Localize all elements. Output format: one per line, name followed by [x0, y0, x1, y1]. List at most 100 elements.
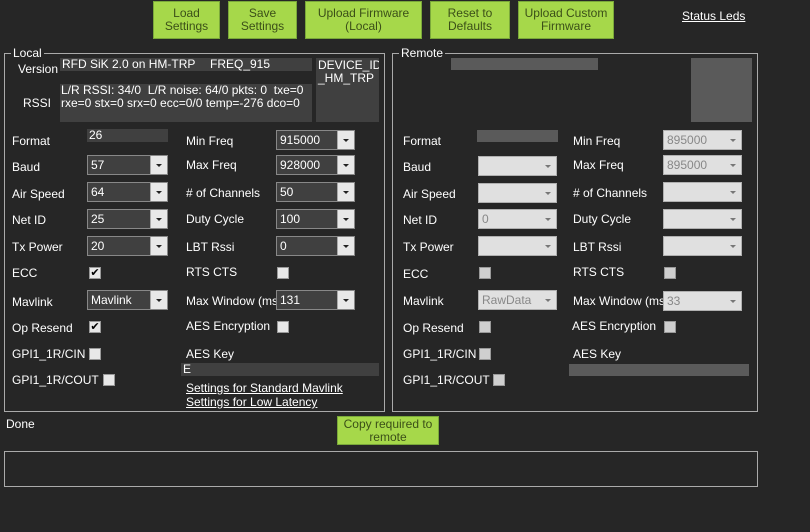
- format-field: 26: [87, 129, 168, 142]
- remote-ecc-checkbox[interactable]: [479, 267, 491, 279]
- aes-key-field[interactable]: E: [181, 363, 379, 376]
- format-label: Format: [12, 134, 51, 148]
- version-label: Version: [18, 62, 59, 76]
- remote-min-freq-select[interactable]: 895000: [663, 130, 742, 150]
- chevron-down-icon[interactable]: [150, 183, 167, 201]
- chevron-down-icon[interactable]: [150, 291, 167, 309]
- baud-value: 57: [91, 158, 105, 172]
- remote-aes-encryption-label: AES Encryption: [572, 319, 657, 333]
- chevron-down-icon[interactable]: [150, 156, 167, 174]
- remote-lbt-rssi-select[interactable]: [663, 236, 742, 256]
- chevron-down-icon[interactable]: [540, 237, 556, 255]
- min-freq-select[interactable]: 915000: [276, 130, 355, 150]
- upload-firmware-local-button[interactable]: Upload Firmware (Local): [305, 1, 422, 39]
- device-id-field: DEVICE_ID _HM_TRP: [316, 58, 379, 122]
- remote-tx-power-label: Tx Power: [403, 240, 454, 254]
- chevron-down-icon[interactable]: [337, 210, 354, 228]
- remote-max-window-label: Max Window (ms): [573, 294, 670, 308]
- max-freq-label: Max Freq: [186, 158, 237, 172]
- remote-gpi-cin-checkbox[interactable]: [479, 348, 491, 360]
- remote-duty-cycle-select[interactable]: [663, 209, 742, 229]
- max-freq-value: 928000: [280, 158, 321, 172]
- ecc-label: ECC: [12, 266, 38, 280]
- remote-max-freq-select[interactable]: 895000: [663, 155, 742, 175]
- chevron-down-icon[interactable]: [540, 184, 556, 202]
- tx-power-select[interactable]: 20: [87, 236, 168, 256]
- rts-cts-checkbox[interactable]: [277, 267, 289, 279]
- save-settings-button[interactable]: Save Settings: [228, 1, 297, 39]
- max-window-select[interactable]: 131: [276, 290, 355, 310]
- remote-net-id-value: 0: [482, 212, 489, 226]
- remote-net-id-select[interactable]: 0: [478, 209, 557, 229]
- baud-select[interactable]: 57: [87, 155, 168, 175]
- standard-mavlink-link[interactable]: Settings for Standard Mavlink: [186, 381, 343, 395]
- min-freq-label: Min Freq: [186, 134, 234, 148]
- tx-power-label: Tx Power: [12, 240, 63, 254]
- air-speed-select[interactable]: 64: [87, 182, 168, 202]
- duty-cycle-select[interactable]: 100: [276, 209, 355, 229]
- duty-cycle-label: Duty Cycle: [186, 212, 245, 226]
- gpi-cin-checkbox[interactable]: [89, 348, 101, 360]
- remote-baud-label: Baud: [403, 160, 432, 174]
- ecc-checkbox[interactable]: ✔: [89, 267, 101, 279]
- channels-label: # of Channels: [186, 186, 261, 200]
- chevron-down-icon[interactable]: [150, 237, 167, 255]
- gpi-cout-checkbox[interactable]: [103, 374, 115, 386]
- remote-mavlink-select[interactable]: RawData: [478, 290, 557, 310]
- freq-field: FREQ_915: [208, 58, 312, 71]
- remote-op-resend-checkbox[interactable]: [479, 321, 491, 333]
- version-field: RFD SiK 2.0 on HM-TRP: [60, 58, 210, 71]
- load-settings-button[interactable]: Load Settings: [153, 1, 220, 39]
- chevron-down-icon[interactable]: [725, 156, 741, 174]
- lbt-rssi-label: LBT Rssi: [186, 240, 235, 254]
- chevron-down-icon[interactable]: [337, 183, 354, 201]
- status-leds-link[interactable]: Status Leds: [682, 9, 745, 23]
- remote-device-id-field: [691, 58, 752, 122]
- upload-custom-firmware-button[interactable]: Upload Custom Firmware: [518, 1, 614, 39]
- aes-encryption-checkbox[interactable]: [277, 321, 289, 333]
- remote-max-freq-label: Max Freq: [573, 158, 624, 172]
- remote-op-resend-label: Op Resend: [403, 321, 464, 335]
- chevron-down-icon[interactable]: [540, 157, 556, 175]
- mavlink-value: Mavlink: [91, 293, 132, 307]
- mavlink-select[interactable]: Mavlink: [87, 290, 168, 310]
- chevron-down-icon[interactable]: [725, 131, 741, 149]
- chevron-down-icon[interactable]: [725, 292, 741, 310]
- rssi-label: RSSI: [23, 96, 52, 110]
- chevron-down-icon[interactable]: [150, 210, 167, 228]
- remote-rts-cts-label: RTS CTS: [573, 265, 625, 279]
- copy-to-remote-button[interactable]: Copy required to remote: [337, 416, 439, 445]
- chevron-down-icon[interactable]: [540, 210, 556, 228]
- op-resend-label: Op Resend: [12, 321, 73, 335]
- chevron-down-icon[interactable]: [725, 237, 741, 255]
- chevron-down-icon[interactable]: [725, 183, 741, 201]
- chevron-down-icon[interactable]: [337, 131, 354, 149]
- remote-gpi-cout-label: GPI1_1R/COUT: [403, 373, 490, 387]
- status-text: Done: [6, 417, 35, 431]
- lbt-rssi-select[interactable]: 0: [276, 236, 355, 256]
- op-resend-checkbox[interactable]: ✔: [89, 321, 101, 333]
- chevron-down-icon[interactable]: [725, 210, 741, 228]
- chevron-down-icon[interactable]: [337, 237, 354, 255]
- remote-max-window-select[interactable]: 33: [663, 291, 742, 311]
- net-id-select[interactable]: 25: [87, 209, 168, 229]
- chevron-down-icon[interactable]: [540, 291, 556, 309]
- reset-defaults-button[interactable]: Reset to Defaults: [430, 1, 510, 39]
- remote-gpi-cout-checkbox[interactable]: [493, 374, 505, 386]
- channels-select[interactable]: 50: [276, 182, 355, 202]
- remote-rts-cts-checkbox[interactable]: [664, 267, 676, 279]
- remote-tx-power-select[interactable]: [478, 236, 557, 256]
- remote-air-speed-select[interactable]: [478, 183, 557, 203]
- remote-aes-encryption-checkbox[interactable]: [664, 321, 676, 333]
- chevron-down-icon[interactable]: [337, 291, 354, 309]
- remote-lbt-rssi-label: LBT Rssi: [573, 240, 622, 254]
- chevron-down-icon[interactable]: [337, 156, 354, 174]
- remote-duty-cycle-label: Duty Cycle: [573, 212, 632, 226]
- remote-channels-select[interactable]: [663, 182, 742, 202]
- low-latency-link[interactable]: Settings for Low Latency: [186, 395, 317, 409]
- air-speed-value: 64: [91, 185, 105, 199]
- remote-mavlink-label: Mavlink: [403, 294, 444, 308]
- remote-version-field: [451, 58, 598, 70]
- max-freq-select[interactable]: 928000: [276, 155, 355, 175]
- remote-baud-select[interactable]: [478, 156, 557, 176]
